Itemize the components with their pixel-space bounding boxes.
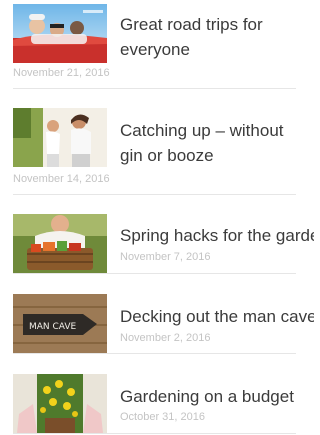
divider [13, 353, 296, 354]
post-date: November 7, 2016 [120, 251, 211, 263]
post-thumbnail[interactable]: MAN CAVE [13, 294, 107, 353]
post-title-link[interactable]: Catching up – without gin or booze [120, 118, 310, 168]
post-title-link[interactable]: Great road trips for everyone [120, 12, 310, 62]
post-title-link[interactable]: Spring hacks for the garden [120, 223, 314, 248]
yellow-flowers-pot-photo-icon [13, 374, 107, 433]
post-date: November 2, 2016 [120, 332, 211, 344]
post-date: November 21, 2016 [13, 67, 110, 79]
post-thumbnail[interactable] [13, 374, 107, 433]
women-jogging-photo-icon [13, 108, 107, 167]
post-date: October 31, 2016 [120, 411, 206, 423]
divider [13, 273, 296, 274]
post-thumbnail[interactable] [13, 108, 107, 167]
recent-posts-list: Great road trips for everyone November 2… [0, 0, 314, 435]
post-date: November 14, 2016 [13, 173, 110, 185]
convertible-car-family-photo-icon [13, 4, 107, 63]
post-thumbnail[interactable] [13, 4, 107, 63]
divider [13, 433, 296, 434]
sign-text: MAN CAVE [29, 322, 77, 332]
man-cave-sign-photo-icon: MAN CAVE [13, 294, 107, 353]
vegetable-basket-photo-icon [13, 214, 107, 273]
post-title-link[interactable]: Gardening on a budget [120, 384, 294, 409]
divider [13, 194, 296, 195]
divider [13, 88, 296, 89]
post-thumbnail[interactable] [13, 214, 107, 273]
post-title-link[interactable]: Decking out the man cave [120, 304, 314, 329]
